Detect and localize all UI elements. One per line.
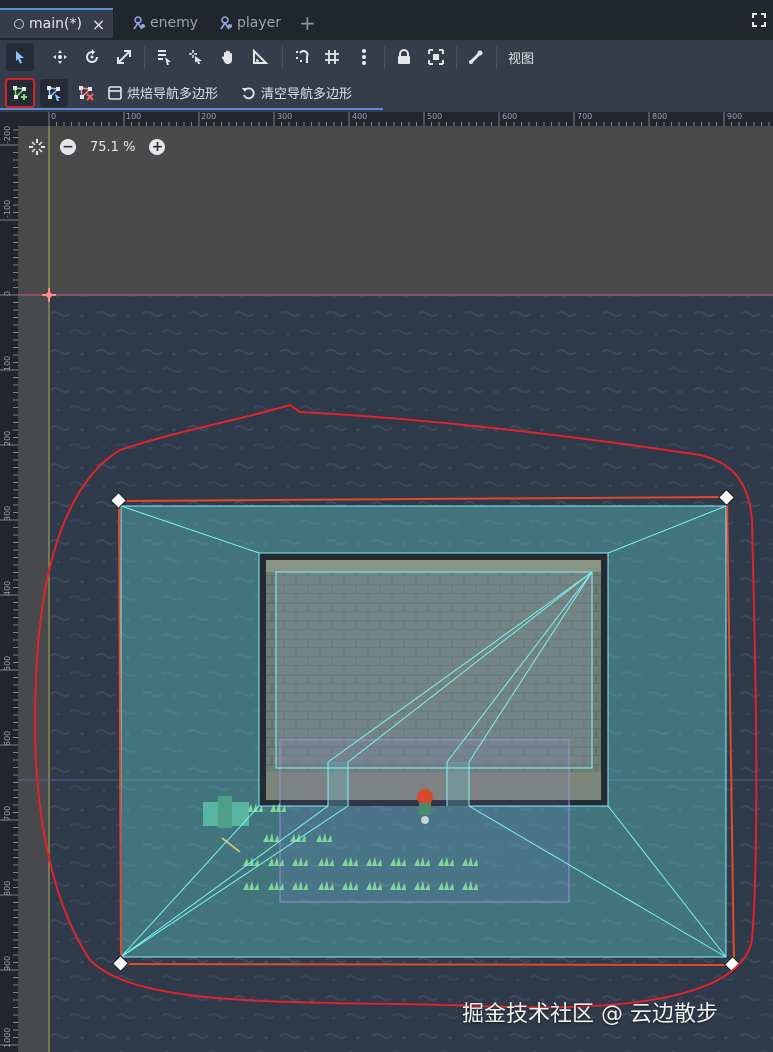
canvas-margin	[18, 296, 49, 1052]
pivot-tool-button[interactable]	[182, 43, 210, 71]
ruler-label: 800	[3, 880, 12, 896]
ruler-label: 100	[3, 355, 12, 371]
zoom-controls: − 75.1 % +	[28, 136, 166, 158]
center-view-icon[interactable]	[28, 138, 46, 156]
ruler-label: 500	[427, 112, 443, 121]
ruler-label: 0	[3, 290, 12, 296]
grid-snap-button[interactable]	[318, 43, 346, 71]
pan-tool-button[interactable]	[214, 43, 242, 71]
ruler-label: 200	[3, 430, 12, 446]
canvas-viewport[interactable]	[0, 112, 773, 1052]
ruler-label: 0	[51, 112, 57, 121]
select-tool-button[interactable]	[6, 43, 34, 71]
scale-tool-icon	[117, 50, 131, 64]
ruler-label: -100	[3, 199, 12, 218]
vertical-ruler: -200 -100 0 100 200 300 400 500 600 700 …	[0, 112, 18, 1052]
lock-icon	[398, 49, 410, 64]
add-tab-button[interactable]: +	[299, 11, 316, 35]
view-menu[interactable]: 视图	[508, 48, 534, 67]
canvas-toolbar: 视图	[0, 40, 773, 74]
watermark: 掘金技术社区 @ 云边散步	[462, 1002, 718, 1027]
group-icon	[428, 49, 444, 65]
tab-player-label: player	[237, 15, 282, 31]
toolbar-separator	[282, 46, 283, 68]
rotate-tool-icon	[86, 49, 98, 63]
scene-instance-icon	[133, 16, 145, 30]
delete-points-icon	[79, 86, 94, 101]
smart-snap-icon	[296, 50, 309, 63]
edit-points-button[interactable]	[40, 79, 68, 107]
rotate-tool-button[interactable]	[78, 43, 106, 71]
close-tab-icon[interactable]: ×	[92, 15, 105, 34]
toolbar-separator	[144, 46, 145, 68]
zoom-out-button[interactable]: −	[60, 139, 76, 155]
tab-enemy[interactable]: enemy	[132, 8, 198, 38]
ruler-label: 900	[3, 955, 12, 971]
create-points-icon	[13, 86, 27, 100]
list-select-button[interactable]	[150, 43, 178, 71]
ruler-label: 300	[3, 505, 12, 521]
ruler-label: 1000	[3, 1027, 12, 1048]
select-tool-icon	[16, 51, 24, 64]
ruler-label: 300	[277, 112, 293, 121]
ruler-label: 500	[3, 655, 12, 671]
edit-points-icon	[47, 86, 61, 101]
snap-options-button[interactable]	[350, 43, 378, 71]
pivot-icon	[189, 50, 202, 64]
bake-icon	[108, 85, 122, 100]
skeleton-icon	[469, 50, 483, 64]
smart-snap-button[interactable]	[288, 43, 316, 71]
move-tool-icon	[53, 50, 67, 64]
ruler-corner	[0, 112, 18, 126]
scene-root-icon	[14, 19, 24, 29]
move-tool-button[interactable]	[46, 43, 74, 71]
scene-tab-bar: main(*) × enemy player +	[0, 0, 773, 40]
clear-navpoly-button[interactable]: 清空导航多边形	[242, 83, 352, 102]
bake-navpoly-button[interactable]: 烘焙导航多边形	[108, 83, 218, 102]
ruler-label: 700	[577, 112, 593, 121]
ruler-label: -200	[3, 125, 12, 144]
ruler-label: 600	[502, 112, 518, 121]
navigation-polygon-toolbar: 烘焙导航多边形 清空导航多边形	[0, 74, 773, 112]
delete-points-button[interactable]	[72, 79, 100, 107]
reload-icon	[242, 86, 255, 99]
toolbar-separator	[496, 46, 497, 68]
toolbar-separator	[456, 46, 457, 68]
toolbar-separator	[384, 46, 385, 68]
group-button[interactable]	[422, 43, 450, 71]
grid-snap-icon	[325, 50, 339, 64]
ruler-label: 700	[3, 805, 12, 821]
ruler-tool-icon	[253, 49, 268, 64]
ruler-label: 600	[3, 730, 12, 746]
lock-button[interactable]	[390, 43, 418, 71]
scene-canvas	[18, 126, 773, 1052]
pan-tool-icon	[221, 50, 232, 65]
fullscreen-icon[interactable]	[752, 13, 766, 27]
toolbar-underline	[0, 108, 383, 110]
more-options-icon	[362, 49, 366, 65]
tab-enemy-label: enemy	[150, 15, 199, 31]
horizontal-ruler: 0 100 200 300 400 500 600 700 800 900	[0, 112, 773, 126]
scene-instance-icon	[220, 16, 232, 30]
create-polygon-button[interactable]	[5, 78, 35, 108]
ruler-label: 900	[727, 112, 743, 121]
ruler-label: 400	[352, 112, 368, 121]
zoom-in-button[interactable]: +	[149, 139, 166, 155]
tab-main-label: main(*)	[29, 16, 82, 32]
ruler-label: 200	[201, 112, 217, 121]
scale-tool-button[interactable]	[110, 43, 138, 71]
ruler-label: 100	[126, 112, 142, 121]
skeleton-button[interactable]	[462, 43, 490, 71]
ruler-label: 800	[652, 112, 668, 121]
ruler-label: 400	[3, 580, 12, 596]
list-select-icon	[158, 50, 171, 65]
zoom-level[interactable]: 75.1 %	[90, 140, 135, 155]
tab-player[interactable]: player	[219, 8, 281, 38]
clear-navpoly-label: 清空导航多边形	[261, 87, 353, 102]
bake-navpoly-label: 烘焙导航多边形	[127, 87, 219, 102]
tab-main[interactable]: main(*) ×	[0, 8, 114, 38]
ruler-tool-button[interactable]	[246, 43, 274, 71]
